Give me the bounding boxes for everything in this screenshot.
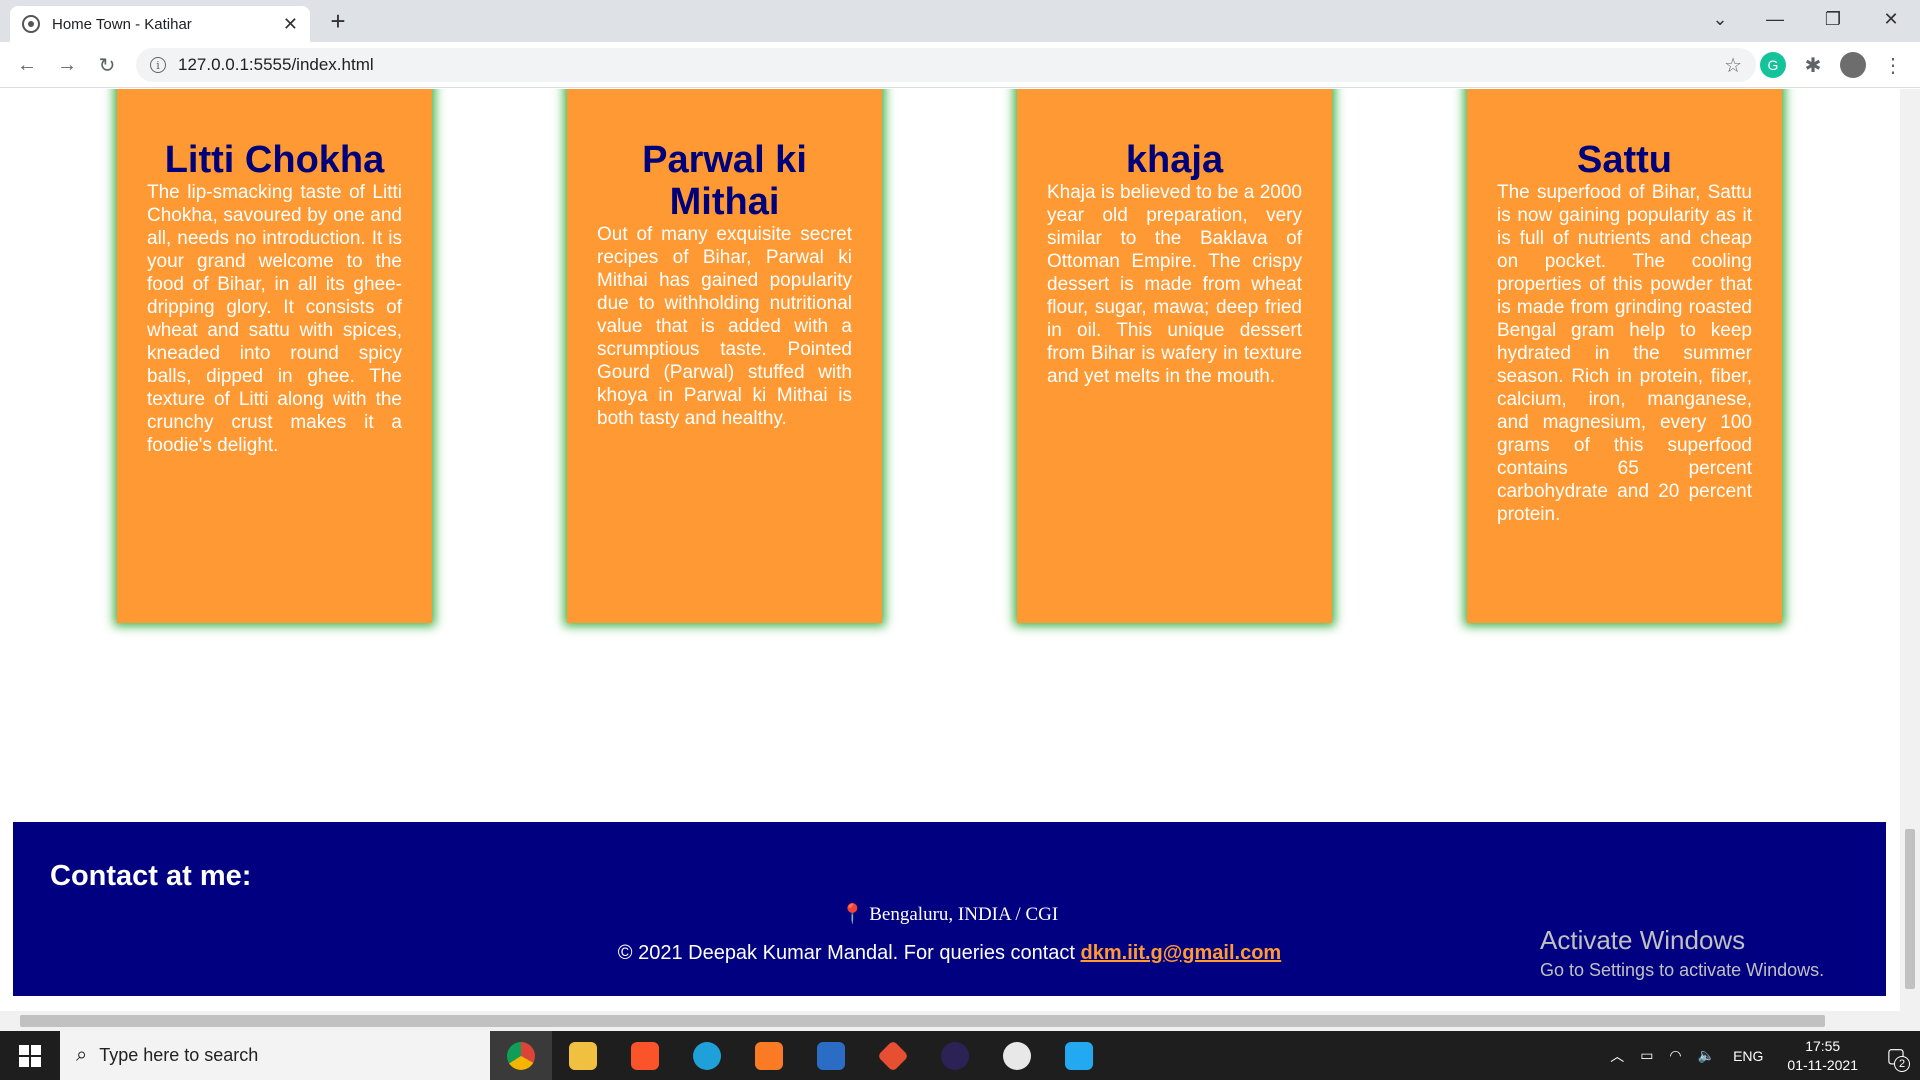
url-text[interactable]: 127.0.0.1:5555/index.html	[178, 55, 1724, 75]
wifi-icon[interactable]: ◠	[1669, 1047, 1681, 1064]
clock-time: 17:55	[1805, 1037, 1841, 1054]
taskbar-search-box[interactable]: ⌕ Type here to search	[60, 1031, 490, 1080]
notification-count-badge: 2	[1894, 1056, 1910, 1072]
file-explorer-taskbar-icon[interactable]	[552, 1031, 614, 1080]
horizontal-scrollbar[interactable]	[0, 1011, 1920, 1031]
minimize-button[interactable]: —	[1750, 0, 1800, 38]
card-text: Khaja is believed to be a 2000 year old …	[1047, 182, 1302, 387]
card-title: Litti Chokha	[164, 139, 385, 181]
bookmark-star-icon[interactable]: ☆	[1724, 53, 1742, 78]
card-text: The lip-smacking taste of Litti Chokha, …	[147, 182, 402, 456]
edge-taskbar-icon[interactable]	[676, 1031, 738, 1080]
maximize-button[interactable]: ❐	[1808, 0, 1858, 38]
language-indicator[interactable]: ENG	[1733, 1048, 1763, 1064]
vscode-taskbar-icon[interactable]	[1048, 1031, 1110, 1080]
food-card-litti-chokha: Litti Chokha The lip-smacking taste of L…	[117, 89, 432, 623]
site-info-icon[interactable]: i	[150, 57, 166, 73]
system-tray: ︿ ▭ ◠ 🔈 ENG 17:55 01-11-2021 ▢ 2	[1602, 1031, 1920, 1080]
food-card-parwal-ki-mithai: Parwal ki Mithai Out of many exquisite s…	[567, 89, 882, 623]
card-title: Parwal ki Mithai	[642, 139, 807, 223]
windows-start-icon[interactable]	[0, 1031, 60, 1080]
window-close-button[interactable]: ✕	[1866, 0, 1916, 38]
email-link[interactable]: dkm.iit.g@gmail.com	[1081, 942, 1282, 964]
close-tab-icon[interactable]: ✕	[283, 14, 298, 35]
reload-icon[interactable]: ↻	[92, 50, 122, 80]
card-text: The superfood of Bihar, Sattu is now gai…	[1497, 182, 1752, 525]
scroll-thumb[interactable]	[20, 1015, 1825, 1027]
brave-taskbar-icon[interactable]	[614, 1031, 676, 1080]
profile-avatar[interactable]	[1840, 52, 1866, 78]
grammarly-extension-icon[interactable]: G	[1760, 52, 1786, 78]
map-marker-icon: 📍	[840, 904, 865, 925]
clock-date: 01-11-2021	[1787, 1056, 1858, 1073]
chrome-taskbar-icon[interactable]	[490, 1031, 552, 1080]
vertical-scrollbar[interactable]	[1900, 89, 1920, 1011]
watermark-title: Activate Windows	[1540, 925, 1746, 955]
browser-toolbar: ← → ↻ i 127.0.0.1:5555/index.html ☆ G ✱ …	[0, 42, 1920, 88]
powershell-taskbar-icon[interactable]	[800, 1031, 862, 1080]
show-hidden-icons[interactable]: ︿	[1610, 1046, 1624, 1066]
location-line: 📍 Bengaluru, INDIA / CGI	[13, 902, 1886, 926]
extensions-puzzle-icon[interactable]: ✱	[1800, 52, 1826, 78]
forward-icon[interactable]: →	[52, 50, 82, 80]
browser-tab[interactable]: Home Town - Katihar ✕	[10, 6, 310, 42]
tab-search-icon[interactable]: ⌄	[1695, 0, 1745, 38]
eclipse-taskbar-icon[interactable]	[924, 1031, 986, 1080]
copyright-text: © 2021 Deepak Kumar Mandal. For queries …	[617, 942, 1075, 964]
search-icon: ⌕	[76, 1044, 88, 1066]
watermark-subtitle: Go to Settings to activate Windows.	[1540, 960, 1825, 980]
food-card-khaja: khaja Khaja is believed to be a 2000 yea…	[1017, 89, 1332, 623]
new-tab-button[interactable]: +	[322, 6, 354, 38]
page-viewport: Litti Chokha The lip-smacking taste of L…	[0, 89, 1900, 1011]
volume-icon[interactable]: 🔈	[1698, 1047, 1715, 1064]
browser-menu-icon[interactable]: ⋮	[1880, 52, 1906, 78]
address-bar[interactable]: i 127.0.0.1:5555/index.html ☆	[136, 48, 1756, 82]
notification-center-icon[interactable]: ▢ 2	[1872, 1031, 1920, 1080]
tab-bar: Home Town - Katihar ✕ + ⌄ — ❐ ✕	[0, 0, 1920, 42]
scroll-thumb[interactable]	[1905, 829, 1915, 989]
slack-taskbar-icon[interactable]	[986, 1031, 1048, 1080]
activate-windows-watermark: Activate Windows Go to Settings to activ…	[1540, 925, 1824, 981]
taskbar-clock[interactable]: 17:55 01-11-2021	[1787, 1037, 1858, 1075]
food-card-sattu: Sattu The superfood of Bihar, Sattu is n…	[1467, 89, 1782, 623]
footer-heading: Contact at me:	[50, 860, 252, 892]
windows-taskbar: ⌕ Type here to search ︿ ▭ ◠ 🔈 ENG 17:55 …	[0, 1031, 1920, 1080]
location-text: Bengaluru, INDIA / CGI	[869, 904, 1059, 925]
card-text: Out of many exquisite secret recipes of …	[597, 224, 852, 429]
battery-icon[interactable]: ▭	[1640, 1047, 1653, 1064]
git-taskbar-icon[interactable]	[862, 1031, 924, 1080]
card-title: khaja	[1125, 139, 1224, 181]
card-title: Sattu	[1577, 139, 1672, 181]
tab-title: Home Town - Katihar	[52, 15, 192, 33]
back-icon[interactable]: ←	[12, 50, 42, 80]
xampp-taskbar-icon[interactable]	[738, 1031, 800, 1080]
site-favicon-icon	[22, 15, 40, 33]
search-placeholder: Type here to search	[99, 1045, 259, 1065]
